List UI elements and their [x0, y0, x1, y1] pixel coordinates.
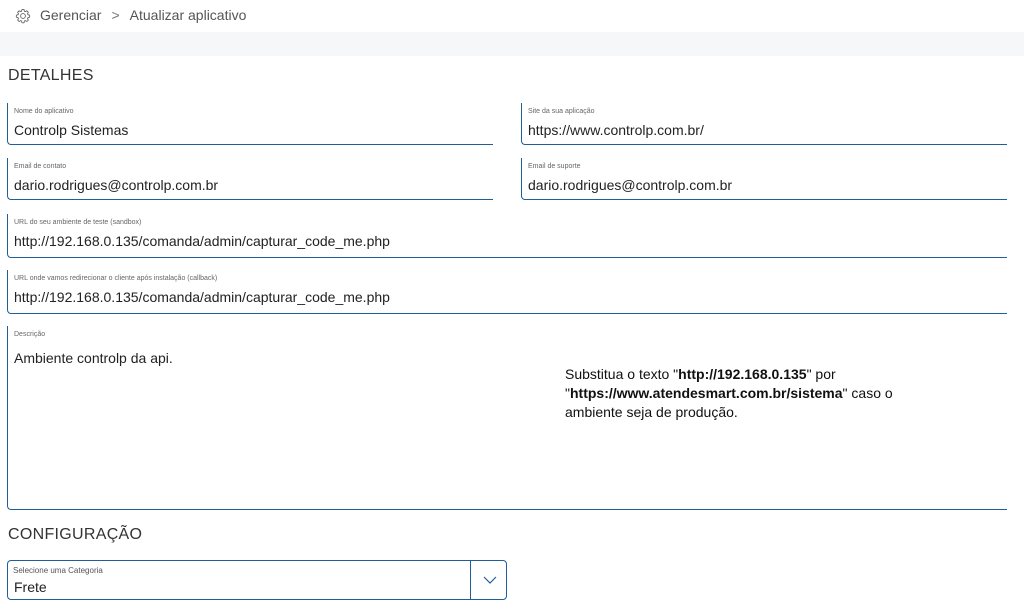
section-title-details: DETALHES	[8, 67, 94, 84]
sandbox-url-value: http://192.168.0.135/comanda/admin/captu…	[14, 233, 390, 249]
callback-url-value: http://192.168.0.135/comanda/admin/captu…	[14, 289, 390, 305]
production-note: Substitua o texto "http://192.168.0.135"…	[559, 362, 908, 425]
category-label: Selecione uma Categoria	[13, 566, 103, 575]
callback-url-label: URL onde vamos redirecionar o cliente ap…	[14, 275, 218, 282]
breadcrumb-separator: >	[111, 7, 120, 23]
select-divider	[470, 561, 471, 599]
app-name-label: Nome do aplicativo	[14, 108, 74, 115]
callback-url-field[interactable]: URL onde vamos redirecionar o cliente ap…	[7, 270, 1007, 314]
app-site-label: Site da sua aplicação	[528, 108, 595, 115]
contact-email-field[interactable]: Email de contato dario.rodrigues@control…	[7, 158, 493, 200]
support-email-value: dario.rodrigues@controlp.com.br	[528, 177, 733, 193]
section-title-configuration: CONFIGURAÇÃO	[8, 526, 143, 543]
sandbox-url-field[interactable]: URL do seu ambiente de teste (sandbox) h…	[7, 214, 1007, 258]
description-label: Descrição	[14, 331, 46, 338]
category-select[interactable]: Selecione uma Categoria Frete	[7, 560, 507, 600]
app-site-value: https://www.controlp.com.br/	[528, 122, 704, 138]
category-value: Frete	[14, 579, 47, 595]
chevron-down-icon[interactable]	[482, 573, 498, 587]
gear-icon	[15, 8, 31, 24]
header-band	[0, 32, 1024, 56]
app-site-field[interactable]: Site da sua aplicação https://www.contro…	[521, 103, 1007, 145]
description-value: Ambiente controlp da api.	[14, 350, 173, 366]
breadcrumb-item-current: Atualizar aplicativo	[129, 7, 247, 23]
note-local-url: http://192.168.0.135	[678, 366, 807, 382]
top-bar: Gerenciar > Atualizar aplicativo	[0, 0, 1024, 32]
breadcrumb-item-manage[interactable]: Gerenciar	[40, 7, 101, 23]
breadcrumb: Gerenciar > Atualizar aplicativo	[40, 7, 246, 23]
contact-email-label: Email de contato	[14, 163, 67, 170]
note-production-url: https://www.atendesmart.com.br/sistema	[569, 385, 843, 401]
app-name-value: Controlp Sistemas	[14, 122, 129, 138]
app-name-field[interactable]: Nome do aplicativo Controlp Sistemas	[7, 103, 493, 145]
support-email-field[interactable]: Email de suporte dario.rodrigues@control…	[521, 158, 1007, 200]
support-email-label: Email de suporte	[528, 163, 581, 170]
contact-email-value: dario.rodrigues@controlp.com.br	[14, 177, 219, 193]
sandbox-url-label: URL do seu ambiente de teste (sandbox)	[14, 219, 142, 226]
note-text-1: Substitua o texto "	[565, 366, 679, 382]
